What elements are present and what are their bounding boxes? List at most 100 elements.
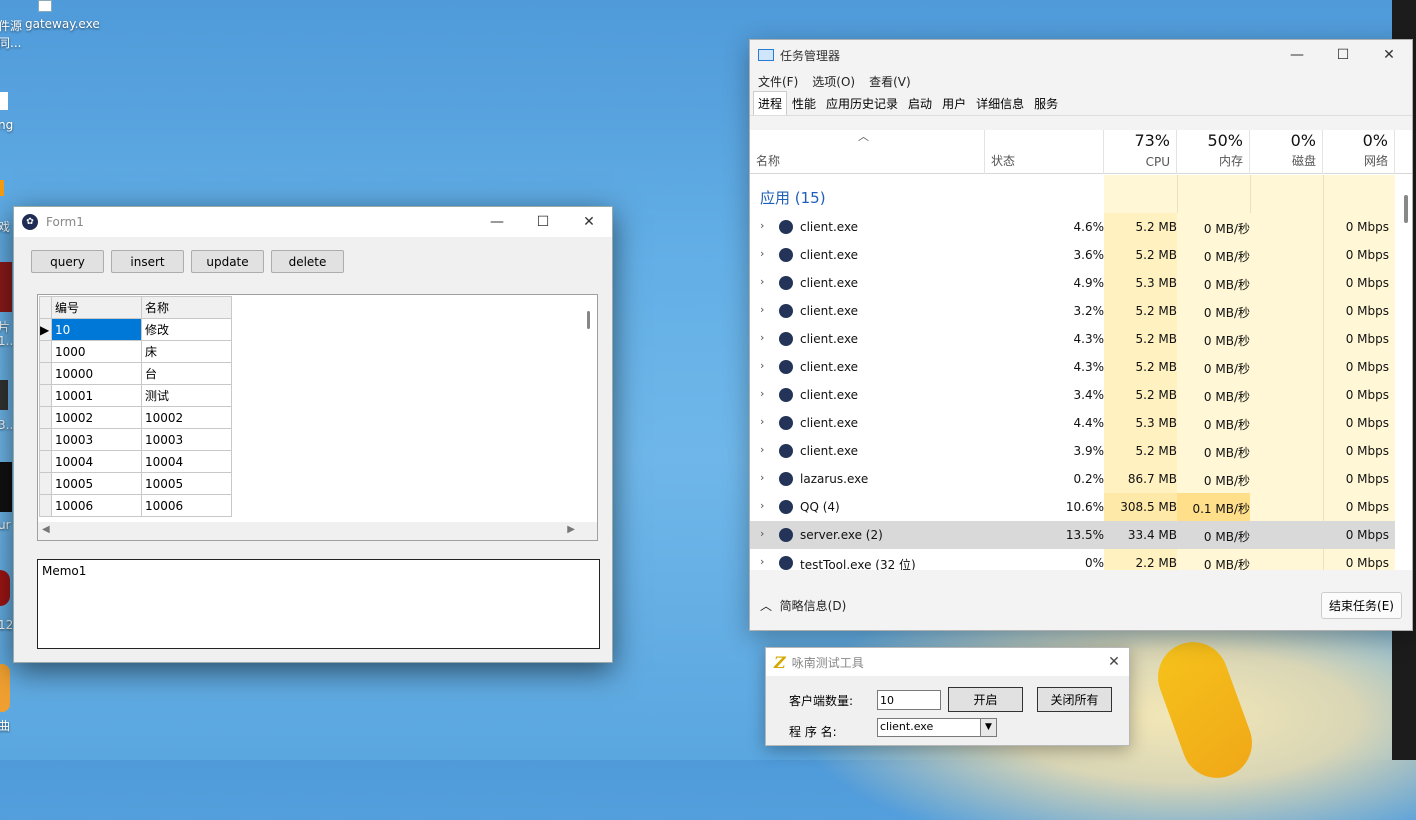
process-row[interactable]: › client.exe 3.4% 5.2 MB 0 MB/秒 0 Mbps: [750, 381, 1395, 409]
table-row[interactable]: 1000 床: [39, 340, 232, 363]
form1-titlebar[interactable]: ✿ Form1 — ☐ ✕: [14, 207, 612, 237]
desktop-label[interactable]: 件源: [0, 17, 22, 34]
start-button[interactable]: 开启: [948, 687, 1023, 712]
tab-processes[interactable]: 进程: [753, 91, 788, 115]
process-row[interactable]: › client.exe 3.9% 5.2 MB 0 MB/秒 0 Mbps: [750, 437, 1395, 465]
gateway-icon[interactable]: [38, 0, 52, 12]
desktop-app-icon[interactable]: [0, 570, 10, 606]
close-icon[interactable]: ✕: [1366, 40, 1412, 70]
desktop-label[interactable]: 12: [0, 618, 13, 632]
process-row[interactable]: › client.exe 4.4% 5.3 MB 0 MB/秒 0 Mbps: [750, 409, 1395, 437]
scroll-right-icon[interactable]: ▶: [567, 524, 575, 535]
grid-cell[interactable]: 测试: [141, 384, 232, 407]
tm-titlebar[interactable]: 任务管理器 — ☐ ✕: [750, 40, 1412, 70]
desktop-label[interactable]: 同...: [0, 34, 21, 51]
desktop-label[interactable]: ng: [0, 118, 13, 132]
grid-cell[interactable]: 10006: [141, 494, 232, 517]
menu-file[interactable]: 文件(F): [758, 73, 798, 90]
table-row[interactable]: 10000 台: [39, 362, 232, 385]
desktop-file-icon[interactable]: [0, 92, 8, 110]
end-task-button[interactable]: 结束任务(E): [1321, 591, 1402, 619]
desktop-app-icon[interactable]: [0, 180, 4, 196]
expand-chevron-icon[interactable]: ›: [760, 387, 764, 400]
grid-cell[interactable]: 10005: [51, 472, 142, 495]
expand-chevron-icon[interactable]: ›: [760, 303, 764, 316]
menu-view[interactable]: 查看(V): [869, 73, 911, 90]
desktop-label-gateway[interactable]: gateway.exe: [25, 17, 100, 31]
process-row[interactable]: › client.exe 3.6% 5.2 MB 0 MB/秒 0 Mbps: [750, 241, 1395, 269]
grid-cell[interactable]: 台: [141, 362, 232, 385]
desktop-app-icon[interactable]: [0, 462, 12, 512]
grid-header-name[interactable]: 名称: [141, 296, 232, 319]
expand-chevron-icon[interactable]: ›: [760, 275, 764, 288]
expand-chevron-icon[interactable]: ›: [760, 555, 764, 568]
desktop-music-icon[interactable]: [0, 664, 10, 712]
tab-services[interactable]: 服务: [1029, 91, 1063, 115]
tab-app-history[interactable]: 应用历史记录: [821, 91, 903, 115]
grid-cell[interactable]: 10004: [141, 450, 232, 473]
task-manager-window[interactable]: 任务管理器 — ☐ ✕ 文件(F) 选项(O) 查看(V) 进程 性能 应用历史…: [749, 39, 1413, 631]
col-name[interactable]: ︿ 名称: [750, 130, 985, 174]
client-count-input[interactable]: [877, 690, 941, 710]
process-row[interactable]: › client.exe 4.9% 5.3 MB 0 MB/秒 0 Mbps: [750, 269, 1395, 297]
update-button[interactable]: update: [191, 250, 264, 273]
grid-cell[interactable]: 10004: [51, 450, 142, 473]
grid-cell[interactable]: 10: [51, 318, 142, 341]
col-status[interactable]: 状态: [985, 130, 1104, 174]
desktop-label[interactable]: 戏: [0, 218, 10, 235]
grid-cell[interactable]: 10003: [141, 428, 232, 451]
grid-cell[interactable]: 10005: [141, 472, 232, 495]
table-row[interactable]: 10002 10002: [39, 406, 232, 429]
process-row[interactable]: › client.exe 4.3% 5.2 MB 0 MB/秒 0 Mbps: [750, 353, 1395, 381]
memo-textarea[interactable]: Memo1: [37, 559, 600, 649]
grid-cell[interactable]: 10001: [51, 384, 142, 407]
scroll-thumb[interactable]: [587, 311, 590, 329]
process-row[interactable]: › client.exe 3.2% 5.2 MB 0 MB/秒 0 Mbps: [750, 297, 1395, 325]
col-network[interactable]: 0% 网络: [1323, 130, 1395, 174]
tm-vertical-scrollbar[interactable]: [1404, 195, 1408, 223]
query-button[interactable]: query: [31, 250, 104, 273]
col-disk[interactable]: 0% 磁盘: [1250, 130, 1323, 174]
grid-vertical-scrollbar[interactable]: [580, 295, 597, 523]
col-cpu[interactable]: 73% CPU: [1104, 130, 1177, 174]
process-row[interactable]: › testTool.exe (32 位) 0% 2.2 MB 0 MB/秒 0 Mbps: [750, 549, 1395, 570]
expand-chevron-icon[interactable]: ›: [760, 219, 764, 232]
grid-cell[interactable]: 床: [141, 340, 232, 363]
grid-cell[interactable]: 10006: [51, 494, 142, 517]
expand-chevron-icon[interactable]: ›: [760, 331, 764, 344]
expand-chevron-icon[interactable]: ›: [760, 359, 764, 372]
close-all-button[interactable]: 关闭所有: [1037, 687, 1112, 712]
maximize-icon[interactable]: ☐: [520, 207, 566, 237]
grid-horizontal-scrollbar[interactable]: ◀ ▶: [38, 522, 597, 540]
desktop-film-icon[interactable]: [0, 380, 8, 410]
close-icon[interactable]: ✕: [566, 207, 612, 237]
tab-users[interactable]: 用户: [937, 91, 971, 115]
table-row[interactable]: ▶ 10 修改: [39, 318, 232, 341]
desktop-label[interactable]: ur: [0, 518, 11, 532]
grid-cell[interactable]: 10000: [51, 362, 142, 385]
grid-cell[interactable]: 修改: [141, 318, 232, 341]
data-grid[interactable]: 编号 名称 ▶ 10 修改 1000 床 10000 台 10001 测试 10…: [37, 294, 598, 541]
process-row[interactable]: › QQ (4) 10.6% 308.5 MB 0.1 MB/秒 0 Mbps: [750, 493, 1395, 521]
grid-cell[interactable]: 1000: [51, 340, 142, 363]
tab-startup[interactable]: 启动: [903, 91, 937, 115]
grid-cell[interactable]: 10002: [141, 406, 232, 429]
dropdown-arrow-icon[interactable]: ▼: [980, 719, 996, 736]
col-memory[interactable]: 50% 内存: [1177, 130, 1250, 174]
grid-cell[interactable]: 10002: [51, 406, 142, 429]
less-details-link[interactable]: ︿ 简略信息(D): [760, 597, 846, 614]
table-row[interactable]: 10004 10004: [39, 450, 232, 473]
close-icon[interactable]: ✕: [1099, 654, 1129, 670]
delete-button[interactable]: delete: [271, 250, 344, 273]
expand-chevron-icon[interactable]: ›: [760, 471, 764, 484]
test-tool-window[interactable]: Z 咏南测试工具 ✕ 客户端数量: 开启 关闭所有 程 序 名: client.…: [765, 647, 1130, 746]
group-header-apps[interactable]: 应用 (15): [760, 187, 826, 208]
expand-chevron-icon[interactable]: ›: [760, 499, 764, 512]
desktop-label[interactable]: 曲: [0, 717, 10, 734]
table-row[interactable]: 10003 10003: [39, 428, 232, 451]
process-row[interactable]: › lazarus.exe 0.2% 86.7 MB 0 MB/秒 0 Mbps: [750, 465, 1395, 493]
table-row[interactable]: 10001 测试: [39, 384, 232, 407]
expand-chevron-icon[interactable]: ›: [760, 527, 764, 540]
process-list[interactable]: ︿ 名称 状态 73% CPU 50% 内存 0% 磁盘 0% 网络 应用 (1…: [750, 130, 1412, 570]
desktop-label[interactable]: 片: [0, 318, 10, 335]
